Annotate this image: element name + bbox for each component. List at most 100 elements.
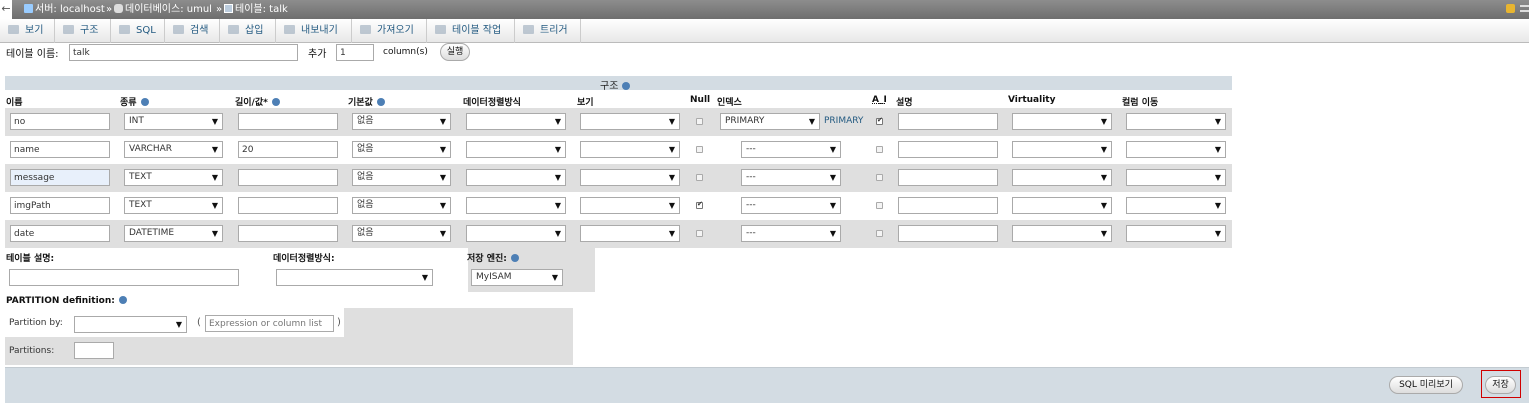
tab-insert[interactable]: 삽입 — [220, 19, 276, 43]
column-collation-select[interactable]: ▼ — [466, 197, 566, 214]
column-move-select[interactable]: ▼ — [1126, 141, 1226, 158]
column-null-checkbox[interactable] — [696, 174, 703, 181]
column-type-select[interactable]: TEXT ▼ — [124, 169, 223, 186]
go-button[interactable]: 실행 — [440, 43, 470, 61]
column-virtuality-select[interactable]: ▼ — [1012, 141, 1112, 158]
column-default-select[interactable]: 없음 ▼ — [352, 169, 451, 186]
storage-engine-select[interactable]: MyISAM ▼ — [471, 269, 563, 286]
column-virtuality-select[interactable]: ▼ — [1012, 113, 1112, 130]
breadcrumb-server[interactable]: 서버: localhost — [24, 0, 105, 19]
dropdown-arrow-icon: ▼ — [439, 117, 446, 126]
tab-browse[interactable]: 보기 — [0, 19, 55, 43]
help-icon[interactable] — [118, 296, 127, 304]
column-name-input[interactable] — [10, 197, 110, 214]
column-index-select[interactable]: --- ▼ — [741, 197, 841, 214]
column-attributes-select[interactable]: ▼ — [580, 113, 680, 130]
column-collation-select[interactable]: ▼ — [466, 225, 566, 242]
column-length-input[interactable] — [238, 113, 338, 130]
column-comment-input[interactable] — [898, 197, 998, 214]
column-auto-increment-checkbox[interactable] — [876, 174, 883, 181]
column-name-input[interactable] — [10, 169, 110, 186]
column-default-select[interactable]: 없음 ▼ — [352, 225, 451, 242]
header-auto-increment: A_I — [872, 95, 887, 105]
column-attributes-select[interactable]: ▼ — [580, 169, 680, 186]
column-collation-select[interactable]: ▼ — [466, 169, 566, 186]
column-default-select[interactable]: 없음 ▼ — [352, 141, 451, 158]
column-type-select[interactable]: DATETIME ▼ — [124, 225, 223, 242]
help-icon[interactable] — [622, 82, 631, 90]
back-arrow-icon[interactable]: ← — [0, 0, 12, 19]
table-name-input[interactable] — [69, 44, 298, 61]
column-auto-increment-checkbox[interactable] — [876, 146, 883, 153]
column-default-select[interactable]: 없음 ▼ — [352, 197, 451, 214]
column-index-select[interactable]: --- ▼ — [741, 225, 841, 242]
column-type-select[interactable]: VARCHAR ▼ — [124, 141, 223, 158]
column-collation-select[interactable]: ▼ — [466, 141, 566, 158]
partition-expression-input[interactable] — [205, 315, 334, 332]
column-length-input[interactable] — [238, 197, 338, 214]
partition-title: PARTITION definition: — [6, 296, 127, 306]
save-button[interactable]: 저장 — [1485, 376, 1516, 394]
column-name-input[interactable] — [10, 225, 110, 242]
column-null-checkbox[interactable] — [696, 200, 703, 209]
column-length-input[interactable] — [238, 141, 338, 158]
column-move-select[interactable]: ▼ — [1126, 169, 1226, 186]
column-comment-input[interactable] — [898, 169, 998, 186]
storage-engine-label: 저장 엔진: — [467, 251, 519, 264]
column-auto-increment-checkbox[interactable] — [876, 116, 883, 125]
column-comment-input[interactable] — [898, 113, 998, 130]
help-icon[interactable] — [140, 98, 149, 106]
column-null-checkbox[interactable] — [696, 146, 703, 153]
header-collation: 데이터정렬방식 — [463, 98, 521, 108]
column-index-select[interactable]: --- ▼ — [741, 141, 841, 158]
sql-preview-button[interactable]: SQL 미리보기 — [1389, 376, 1463, 394]
help-icon[interactable] — [376, 98, 385, 106]
column-attributes-select[interactable]: ▼ — [580, 225, 680, 242]
breadcrumb-database[interactable]: 데이터베이스: umul — [114, 0, 212, 19]
column-virtuality-select[interactable]: ▼ — [1012, 197, 1112, 214]
dropdown-arrow-icon: ▼ — [808, 117, 815, 126]
column-index-select[interactable]: --- ▼ — [741, 169, 841, 186]
column-type-select[interactable]: INT ▼ — [124, 113, 223, 130]
column-null-checkbox[interactable] — [696, 230, 703, 237]
column-comment-input[interactable] — [898, 141, 998, 158]
tab-triggers[interactable]: 트리거 — [515, 19, 581, 43]
lock-icon[interactable] — [1506, 4, 1515, 13]
partition-by-select[interactable]: ▼ — [74, 316, 187, 333]
tab-operations[interactable]: 테이블 작업 — [427, 19, 515, 43]
partitions-count-input[interactable] — [74, 342, 114, 359]
column-name-input[interactable] — [10, 141, 110, 158]
column-comment-input[interactable] — [898, 225, 998, 242]
column-move-select[interactable]: ▼ — [1126, 113, 1226, 130]
column-virtuality-select[interactable]: ▼ — [1012, 169, 1112, 186]
breadcrumb-table[interactable]: 테이블: talk — [224, 0, 288, 19]
menu-icon[interactable] — [1520, 5, 1529, 12]
column-move-select[interactable]: ▼ — [1126, 197, 1226, 214]
help-icon[interactable] — [510, 254, 519, 262]
column-attributes-select[interactable]: ▼ — [580, 197, 680, 214]
column-null-checkbox[interactable] — [696, 118, 703, 125]
column-default-value: 없음 — [357, 228, 374, 238]
column-type-select[interactable]: TEXT ▼ — [124, 197, 223, 214]
tab-sql[interactable]: SQL — [111, 19, 165, 43]
column-attributes-select[interactable]: ▼ — [580, 141, 680, 158]
column-index-select[interactable]: PRIMARY ▼ — [720, 113, 820, 130]
table-collation-select[interactable]: ▼ — [276, 269, 433, 286]
column-length-input[interactable] — [238, 169, 338, 186]
column-default-select[interactable]: 없음 ▼ — [352, 113, 451, 130]
column-virtuality-select[interactable]: ▼ — [1012, 225, 1112, 242]
tab-search[interactable]: 검색 — [165, 19, 220, 43]
add-columns-count-input[interactable] — [336, 44, 374, 61]
tab-label: 가져오기 — [377, 25, 414, 36]
table-comment-input[interactable] — [9, 269, 239, 286]
column-auto-increment-checkbox[interactable] — [876, 230, 883, 237]
help-icon[interactable] — [271, 98, 280, 106]
column-move-select[interactable]: ▼ — [1126, 225, 1226, 242]
column-collation-select[interactable]: ▼ — [466, 113, 566, 130]
tab-structure[interactable]: 구조 — [55, 19, 111, 43]
column-length-input[interactable] — [238, 225, 338, 242]
column-name-input[interactable] — [10, 113, 110, 130]
column-auto-increment-checkbox[interactable] — [876, 202, 883, 209]
tab-import[interactable]: 가져오기 — [352, 19, 427, 43]
tab-export[interactable]: 내보내기 — [276, 19, 352, 43]
